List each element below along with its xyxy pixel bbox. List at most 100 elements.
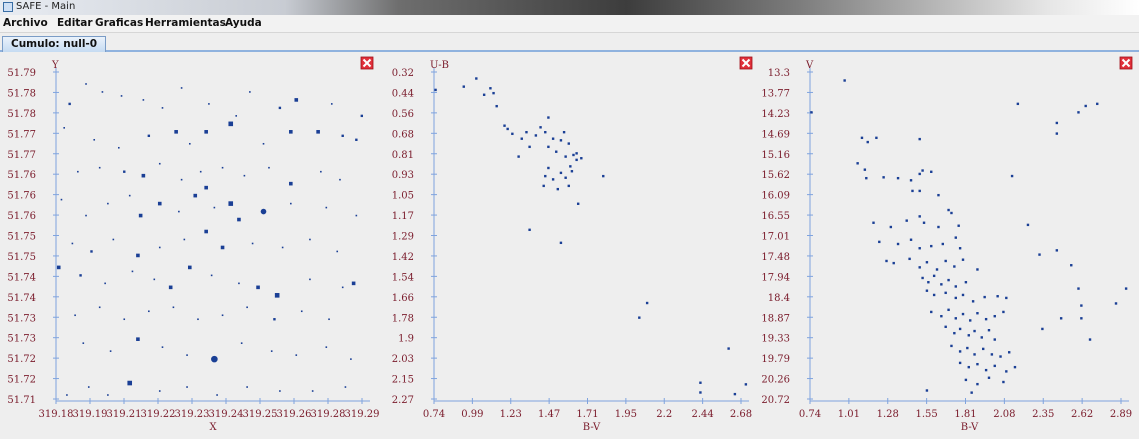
data-point [118,146,120,149]
data-point [1038,253,1041,256]
data-point [875,136,878,140]
y-tick-label: 13.3 [768,68,790,79]
y-tick-label: 2.03 [392,354,414,365]
data-point [204,130,208,134]
menu-herramientas[interactable]: Herramientas [145,17,226,29]
y-tick-label: 16.09 [761,191,790,202]
data-point [1041,327,1044,331]
data-point [107,394,109,396]
menu-editar[interactable]: Editar [57,17,93,29]
data-point [60,198,63,201]
data-point [559,241,563,245]
y-tick-label: 51.76 [7,170,36,181]
data-point [66,394,68,396]
menu-archivo[interactable]: Archivo [3,17,48,29]
data-point [976,362,979,366]
data-point [922,221,926,224]
tab-cumulo[interactable]: Cumulo: null-0 [2,36,107,52]
data-point [993,338,996,341]
data-point [921,276,924,280]
data-point [528,145,531,149]
y-tick-label: 1.9 [398,334,414,345]
data-point [727,347,730,350]
data-point [927,281,930,284]
data-point [602,174,605,178]
data-point [575,158,578,162]
x-tick-label: 0.74 [423,409,445,420]
data-point [860,136,864,140]
y-tick-label: 16.55 [761,211,790,222]
x-tick-label: 1.71 [576,409,598,420]
data-point [77,170,79,173]
data-point [982,347,985,351]
data-point [958,247,962,250]
data-point [256,285,260,290]
data-point [82,342,85,344]
data-point [142,99,145,101]
data-point [863,168,867,171]
y-tick-label: 51.77 [7,150,36,161]
java-app-icon [3,2,13,12]
y-tick-label: 51.76 [7,191,36,202]
data-point [911,189,914,193]
data-point [506,127,509,131]
ub-bv-scatter-chart: 0.32 0.44 0.56 0.68 0.81 0.93 1.05 1.17 1.29 1.42… [392,56,753,433]
data-point [918,137,921,141]
data-point [328,318,330,321]
data-point [107,202,109,205]
x-tick-label: 1.28 [877,409,899,420]
data-point [941,242,944,246]
data-point [542,184,545,188]
data-point [964,378,968,382]
data-point [495,104,498,108]
data-point [1005,296,1008,300]
close-icon[interactable] [1119,56,1133,70]
data-point [909,179,913,182]
y-tick-label: 0.32 [392,68,414,79]
close-icon[interactable] [360,56,374,70]
data-point [85,83,87,85]
y-tick-label: 15.62 [761,170,790,181]
data-point [153,278,156,281]
data-point [918,215,921,218]
data-point [246,386,248,388]
data-point [341,286,344,289]
data-point [559,139,563,142]
menu-ayuda[interactable]: Ayuda [225,17,262,29]
data-point [1096,102,1099,106]
data-point [645,301,649,305]
plots-area: 51.79 51.78 51.78 51.77 51.77 51.76 51.76 51.76… [0,54,1139,439]
data-point [295,354,298,356]
data-point [71,242,74,245]
data-point [123,170,126,173]
x-tick-label: 319.24 [209,409,244,420]
data-point [961,258,965,261]
data-point [290,202,292,205]
data-point [316,130,320,134]
data-point [1002,380,1005,384]
data-point [987,329,991,332]
data-point [289,181,293,186]
data-point [220,245,225,250]
data-point [131,270,134,273]
data-point [954,317,957,320]
data-point [339,178,341,181]
data-point [987,376,991,379]
y-tick-label: 13.77 [761,88,790,99]
x-axis-label: B-V [583,422,601,433]
data-point [961,293,965,297]
data-point [699,381,702,384]
x-tick-label: 2.35 [1032,409,1054,420]
data-point [973,353,976,356]
data-point [954,296,957,300]
y-tick-label: 51.78 [7,88,36,99]
data-point [966,346,969,350]
data-point [918,172,921,176]
menu-graficas[interactable]: Graficas [95,17,143,29]
data-point [246,306,248,309]
close-icon[interactable] [739,56,753,70]
y-tick-label: 2.27 [392,395,414,406]
data-point [193,193,198,198]
data-point [575,152,578,155]
data-point [567,184,570,188]
